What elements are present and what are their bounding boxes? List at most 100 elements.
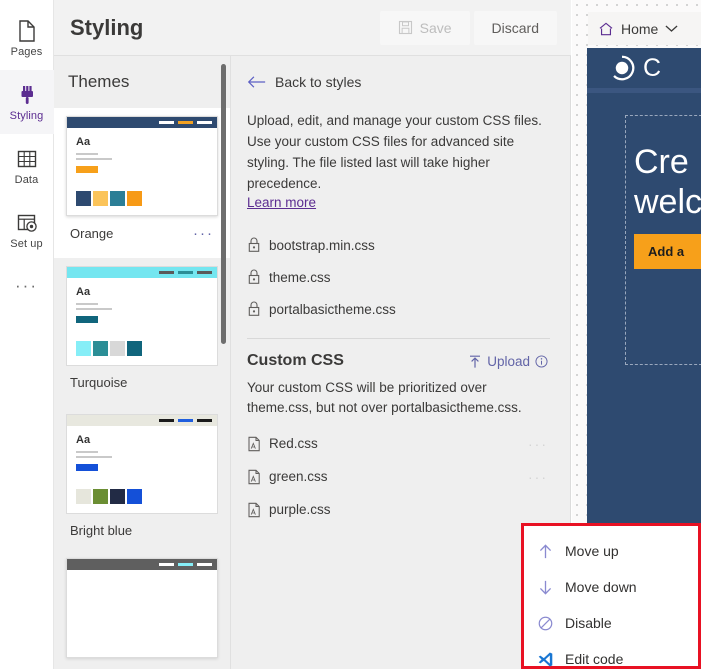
menu-item-move-up[interactable]: Move up — [524, 533, 698, 569]
theme-name: Orange — [70, 226, 114, 241]
theme-swatch — [93, 489, 108, 504]
theme-text-line — [76, 456, 112, 458]
save-label: Save — [419, 19, 452, 36]
theme-navline — [178, 271, 193, 274]
theme-thumbnail: Aa — [66, 414, 218, 514]
site-preview[interactable]: C Cre welc Add a — [587, 48, 701, 538]
themes-heading: Themes — [68, 72, 130, 91]
rail-item-pages[interactable]: Pages — [0, 6, 54, 70]
theme-navline — [197, 271, 212, 274]
theme-sample-button — [76, 464, 98, 471]
menu-label-move-up: Move up — [565, 543, 619, 559]
theme-card[interactable]: Aa Orange ··· — [54, 108, 230, 258]
theme-text-line — [76, 451, 98, 453]
theme-swatch — [127, 489, 142, 504]
theme-swatch — [76, 341, 91, 356]
theme-thumb-body: Aa — [67, 426, 217, 471]
theme-name: Turquoise — [70, 375, 128, 390]
theme-swatch — [76, 489, 91, 504]
themes-panel: Themes Aa Orange ··· Aa Turquoise Aa Bri… — [54, 56, 231, 669]
css-file-icon — [248, 469, 260, 484]
learn-more-link[interactable]: Learn more — [247, 195, 316, 210]
theme-name-row: Orange ··· — [66, 216, 218, 254]
theme-swatch — [93, 341, 108, 356]
custom-css-panel: Back to styles Upload, edit, and manage … — [231, 56, 571, 669]
theme-name: Bright blue — [70, 523, 133, 538]
theme-thumb-navbar — [67, 559, 217, 570]
discard-label: Discard — [491, 19, 539, 36]
css-file-icon — [248, 436, 260, 451]
theme-text-line — [76, 308, 112, 310]
theme-file-list: bootstrap.min.css theme.css portalbasict… — [247, 229, 548, 325]
custom-css-name: Red.css — [269, 436, 318, 451]
rail-item-styling[interactable]: Styling — [0, 70, 54, 134]
theme-file-name: bootstrap.min.css — [269, 237, 375, 253]
setup-icon — [17, 214, 37, 232]
theme-file-name: theme.css — [269, 269, 331, 285]
theme-navline — [197, 121, 212, 124]
rail-label-setup: Set up — [10, 237, 43, 250]
section-divider — [247, 338, 550, 339]
theme-swatch — [127, 341, 142, 356]
theme-swatch — [110, 489, 125, 504]
custom-css-overflow-button[interactable]: ··· — [528, 436, 548, 452]
theme-sample-button — [76, 166, 98, 173]
css-file-icon — [248, 502, 260, 517]
page-selector-home[interactable]: Home — [588, 12, 701, 45]
menu-item-edit-code[interactable]: Edit code — [524, 641, 698, 669]
theme-card[interactable] — [54, 554, 230, 662]
site-navbar: C — [587, 48, 701, 88]
upload-label: Upload — [487, 353, 530, 369]
theme-thumbnail — [66, 558, 218, 658]
theme-navline — [159, 271, 174, 274]
menu-item-move-down[interactable]: Move down — [524, 569, 698, 605]
page-selector-label: Home — [621, 20, 659, 37]
theme-text-line — [76, 303, 98, 305]
house-icon — [599, 22, 613, 35]
custom-css-row[interactable]: green.css ··· — [247, 460, 548, 493]
theme-thumb-navbar — [67, 117, 217, 128]
site-brand-text: C — [643, 53, 662, 82]
discard-button[interactable]: Discard — [473, 10, 557, 45]
rail-overflow-button[interactable]: ··· — [15, 276, 38, 296]
header-actions: Save Discard — [379, 10, 571, 45]
rail-label-pages: Pages — [10, 45, 43, 58]
theme-swatch — [93, 191, 108, 206]
theme-card[interactable]: Aa Bright blue — [54, 406, 230, 554]
hero-cta-button[interactable]: Add a — [634, 234, 701, 269]
themes-scrollbar[interactable] — [221, 64, 226, 344]
custom-css-row[interactable]: purple.css — [247, 493, 548, 526]
custom-css-file-list: Red.css ··· green.css ··· purple.css — [247, 427, 548, 526]
back-to-styles-button[interactable]: Back to styles — [247, 74, 548, 90]
theme-name-row: Bright blue — [66, 514, 218, 550]
menu-label-disable: Disable — [565, 615, 612, 631]
rail-label-data: Data — [14, 173, 39, 186]
theme-file-row[interactable]: theme.css — [247, 261, 548, 293]
menu-item-disable[interactable]: Disable — [524, 605, 698, 641]
menu-label-edit-code: Edit code — [565, 651, 624, 667]
lock-icon — [248, 301, 260, 316]
theme-overflow-button[interactable]: ··· — [193, 225, 214, 242]
rail-item-setup[interactable]: Set up — [0, 198, 54, 262]
table-icon — [17, 150, 36, 167]
theme-sample-text: Aa — [76, 286, 91, 298]
theme-navline — [197, 563, 212, 566]
hero-section[interactable]: Cre welc Add a — [625, 115, 701, 365]
site-nav-separator — [587, 88, 701, 93]
rail-label-styling: Styling — [9, 109, 44, 122]
theme-navline — [159, 121, 174, 124]
upload-button[interactable]: Upload — [468, 354, 548, 369]
upload-arrow-icon — [470, 355, 481, 368]
info-circle-icon[interactable] — [535, 354, 548, 368]
theme-card[interactable]: Aa Turquoise — [54, 258, 230, 406]
custom-css-row[interactable]: Red.css ··· — [247, 427, 548, 460]
custom-css-header: Custom CSS Upload — [247, 352, 548, 370]
theme-file-row[interactable]: portalbasictheme.css — [247, 293, 548, 325]
lock-icon — [248, 237, 260, 252]
page-header: Styling Save Discard — [54, 0, 571, 56]
theme-file-row[interactable]: bootstrap.min.css — [247, 229, 548, 261]
save-button[interactable]: Save — [379, 10, 470, 45]
custom-css-overflow-button[interactable]: ··· — [528, 469, 548, 485]
theme-navline — [178, 121, 193, 124]
rail-item-data[interactable]: Data — [0, 134, 54, 198]
